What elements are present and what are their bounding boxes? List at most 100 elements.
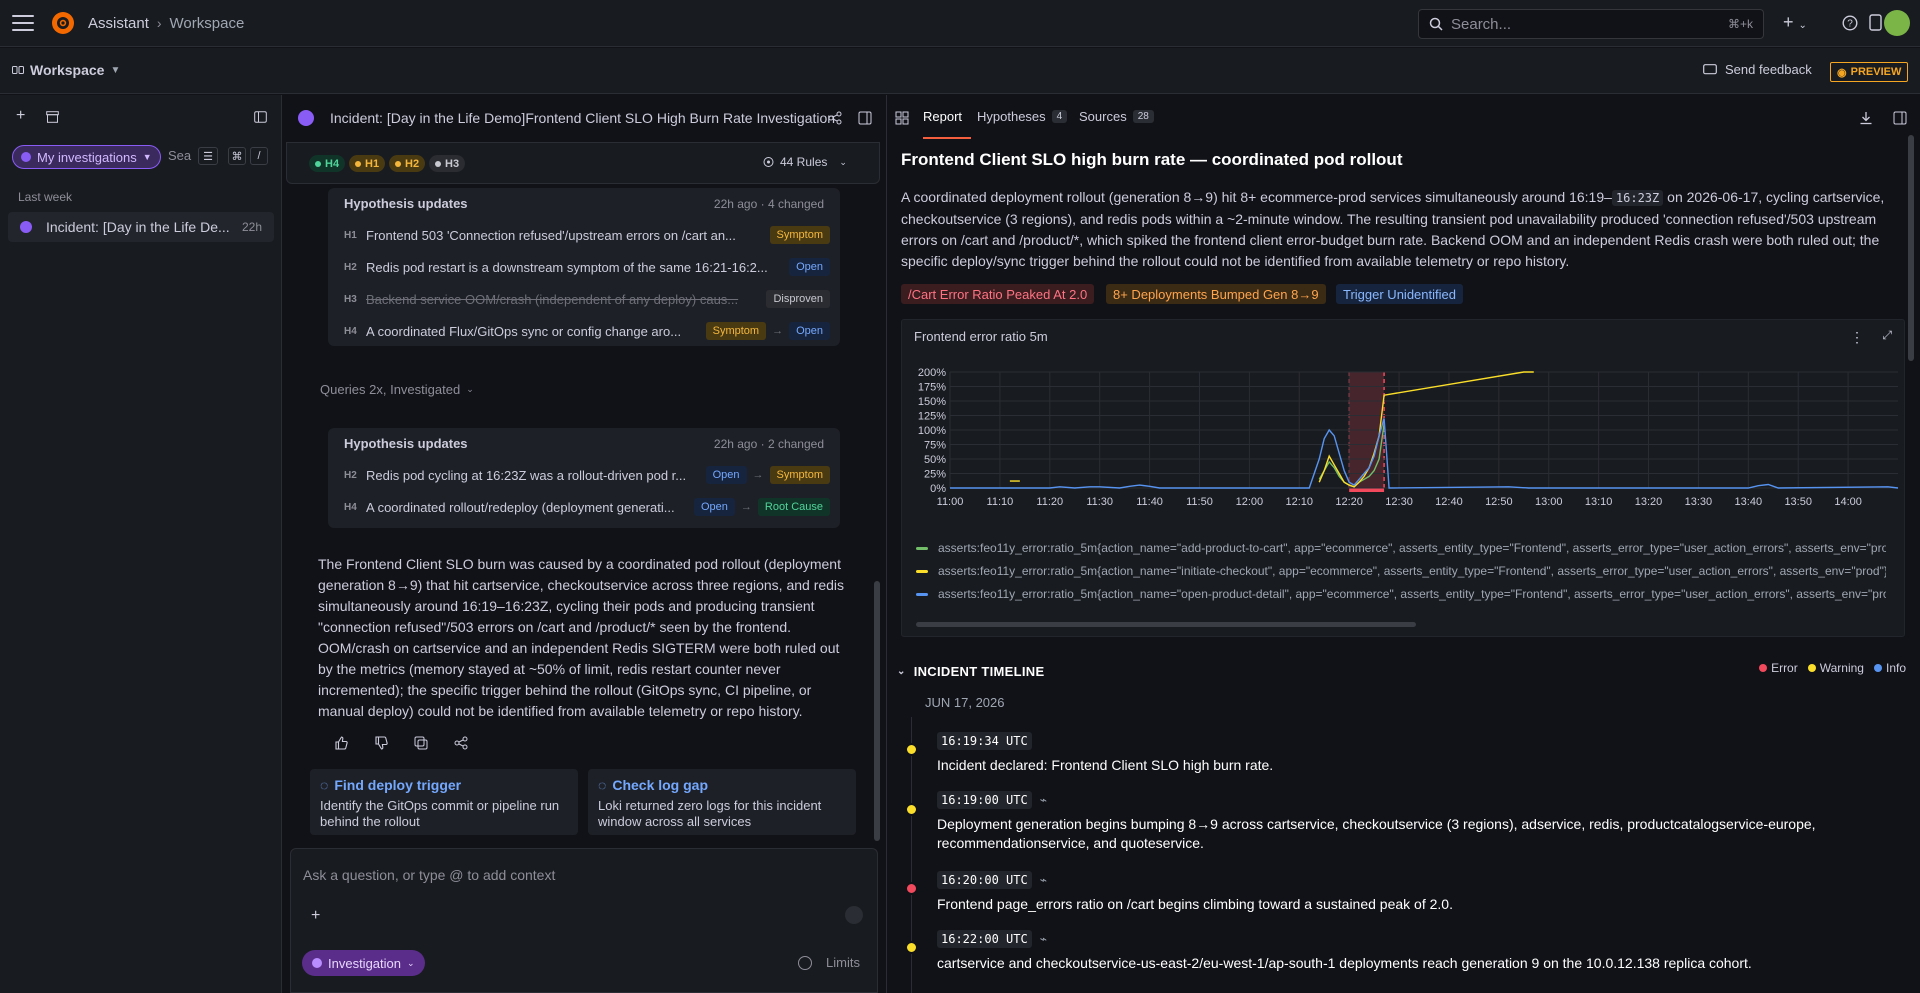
timeline-toggle[interactable]: ⌄ INCIDENT TIMELINE xyxy=(897,664,1044,679)
layout-icon[interactable] xyxy=(895,111,909,125)
line-chart[interactable]: 0% 25% 50% 75% 100% 125% 150% 175% 200% 11:00 11:1… xyxy=(902,360,1906,510)
svg-text:?: ? xyxy=(1847,19,1853,30)
suggestion-title: Find deploy trigger xyxy=(334,777,462,793)
status-badge-to: Open xyxy=(789,322,830,340)
finding-tag: 8+ Deployments Bumped Gen 8→9 xyxy=(1106,284,1326,304)
feedback-icon xyxy=(1703,63,1717,74)
workspace-icon xyxy=(12,66,24,74)
chevron-down-icon: ⌄ xyxy=(839,156,847,167)
send-feedback-button[interactable]: Send feedback xyxy=(1703,62,1812,77)
user-avatar[interactable] xyxy=(1884,10,1910,36)
answer-actions xyxy=(334,736,468,750)
hypothesis-update-row[interactable]: H1 Frontend 503 'Connection refused'/ups… xyxy=(344,224,830,246)
timeline-event-text: Deployment generation begins bumping 8→9… xyxy=(937,816,1816,851)
suggestion-body: Identify the GitOps commit or pipeline r… xyxy=(320,798,560,829)
send-button[interactable] xyxy=(845,906,863,924)
investigation-title: Incident: [Day in the Life Demo]Frontend… xyxy=(330,110,836,126)
tab-sources[interactable]: Sources 28 xyxy=(1079,109,1154,124)
suggestion-card-check-log-gap[interactable]: ◌ Check log gap Loki returned zero logs f… xyxy=(588,769,856,835)
section-heading: Last week xyxy=(18,190,73,204)
share-icon[interactable] xyxy=(828,111,842,125)
legend-item[interactable]: asserts:feo11y_error:ratio_5m{action_nam… xyxy=(916,562,1886,580)
thumbs-down-icon[interactable] xyxy=(374,736,388,750)
tab-hypotheses[interactable]: Hypotheses 4 xyxy=(977,109,1068,124)
add-new-button[interactable]: + ⌄ xyxy=(1783,12,1807,33)
news-icon[interactable] xyxy=(1868,14,1884,32)
legend-horizontal-scrollbar[interactable] xyxy=(916,622,1416,627)
tab-report[interactable]: Report xyxy=(923,109,962,124)
hypothesis-text: Frontend 503 'Connection refused'/upstre… xyxy=(366,227,736,243)
hypothesis-update-row[interactable]: H3 Backend service OOM/crash (independen… xyxy=(344,288,830,310)
investigation-filter-dropdown[interactable]: My investigations ▼ xyxy=(12,145,161,169)
suggestion-body: Loki returned zero logs for this inciden… xyxy=(598,798,822,829)
legend-item[interactable]: asserts:feo11y_error:ratio_5m{action_nam… xyxy=(916,585,1886,603)
breadcrumb-current: Workspace xyxy=(169,14,245,32)
rules-dropdown[interactable]: 44 Rules ⌄ xyxy=(763,155,847,169)
filter-list-icon[interactable]: ☰ xyxy=(198,147,218,165)
hypothesis-key: H2 xyxy=(344,261,357,273)
share-icon[interactable] xyxy=(454,736,468,750)
collapse-panel-icon[interactable] xyxy=(1893,111,1907,125)
investigation-list-item[interactable]: Incident: [Day in the Life De... 22h xyxy=(8,212,274,242)
hypothesis-update-row[interactable]: H4 A coordinated Flux/GitOps sync or con… xyxy=(344,320,830,342)
filter-label: My investigations xyxy=(37,149,137,165)
hypothesis-pill-h1[interactable]: H1 xyxy=(349,155,386,172)
archive-icon[interactable] xyxy=(46,111,59,123)
panel-menu-icon[interactable]: ⋮ xyxy=(1850,329,1864,346)
grafana-logo-icon[interactable] xyxy=(50,10,76,36)
kbd-cmd: ⌘ xyxy=(228,147,246,165)
menu-icon[interactable] xyxy=(12,15,34,31)
legend-item[interactable]: asserts:feo11y_error:ratio_5m{action_nam… xyxy=(916,539,1886,557)
chat-scrollbar[interactable] xyxy=(874,581,880,841)
finding-tag: Trigger Unidentified xyxy=(1336,284,1463,304)
chart-icon[interactable]: ⌁ xyxy=(1040,873,1047,887)
hypothesis-pill-h2[interactable]: H2 xyxy=(389,155,426,172)
workspace-dropdown[interactable]: Workspace ▼ xyxy=(12,62,120,78)
mode-dropdown[interactable]: Investigation ⌄ xyxy=(302,950,425,976)
search-input[interactable]: Search... ⌘+k xyxy=(1418,9,1764,39)
download-icon[interactable] xyxy=(1859,111,1873,125)
copy-icon[interactable] xyxy=(414,736,428,750)
timeline-heading: INCIDENT TIMELINE xyxy=(913,664,1045,679)
queries-expander[interactable]: Queries 2x, Investigated ⌄ xyxy=(320,382,474,397)
hypothesis-update-row[interactable]: H2 Redis pod restart is a downstream sym… xyxy=(344,256,830,278)
report-scrollbar[interactable] xyxy=(1908,135,1914,361)
hypothesis-pill-h4[interactable]: H4 xyxy=(309,155,346,172)
chevron-down-icon: ▼ xyxy=(142,152,152,162)
legend-label: asserts:feo11y_error:ratio_5m{action_nam… xyxy=(938,541,1886,555)
workspace-label: Workspace xyxy=(30,62,105,78)
toggle-panel-icon[interactable] xyxy=(858,111,872,125)
add-context-button[interactable]: + xyxy=(311,907,320,925)
chart-icon[interactable]: ⌁ xyxy=(1040,793,1047,807)
limits-indicator[interactable]: Limits xyxy=(798,955,860,970)
x-tick-label: 12:10 xyxy=(1285,496,1313,508)
card-heading: Hypothesis updates xyxy=(344,196,468,211)
thumbs-up-icon[interactable] xyxy=(334,736,348,750)
legend-swatch xyxy=(916,569,928,573)
breadcrumb-separator: › xyxy=(156,15,162,31)
queries-label: Queries 2x, Investigated xyxy=(320,382,461,397)
hypothesis-pill-h3[interactable]: H3 xyxy=(429,155,466,172)
hypothesis-key: H4 xyxy=(344,501,357,513)
hypothesis-update-row[interactable]: H2 Redis pod cycling at 16:23Z was a rol… xyxy=(344,464,830,486)
help-icon[interactable]: ? xyxy=(1842,15,1858,31)
suggestion-card-find-deploy-trigger[interactable]: ◌ Find deploy trigger Identify the GitOps… xyxy=(310,769,578,835)
investigation-header: Incident: [Day in the Life Demo]Frontend… xyxy=(284,95,884,141)
hypothesis-text: Redis pod restart is a downstream sympto… xyxy=(366,259,768,275)
chevron-down-icon: ⌄ xyxy=(897,666,906,677)
active-tab-indicator xyxy=(923,137,971,139)
hypothesis-update-row[interactable]: H4 A coordinated rollout/redeploy (deplo… xyxy=(344,496,830,518)
assistant-answer-text: The Frontend Client SLO burn was caused … xyxy=(318,556,845,719)
breadcrumb-app[interactable]: Assistant xyxy=(88,15,149,32)
investigation-search-input[interactable]: Sea xyxy=(168,148,191,163)
chart-icon[interactable]: ⌁ xyxy=(1040,932,1047,946)
legend-error: Error xyxy=(1759,661,1798,675)
legend-info: Info xyxy=(1873,661,1906,675)
expand-icon[interactable]: ⤢ xyxy=(1882,328,1892,343)
report-panel: Report Hypotheses 4 Sources 28 Frontend Cl… xyxy=(886,95,1920,993)
hypothesis-updates-card: Hypothesis updates 22h ago · 4 changed H… xyxy=(328,188,840,346)
y-tick-label: 50% xyxy=(924,454,946,466)
new-investigation-button[interactable]: + xyxy=(16,107,25,125)
collapse-sidebar-icon[interactable] xyxy=(254,111,267,123)
assistant-icon xyxy=(20,221,32,233)
